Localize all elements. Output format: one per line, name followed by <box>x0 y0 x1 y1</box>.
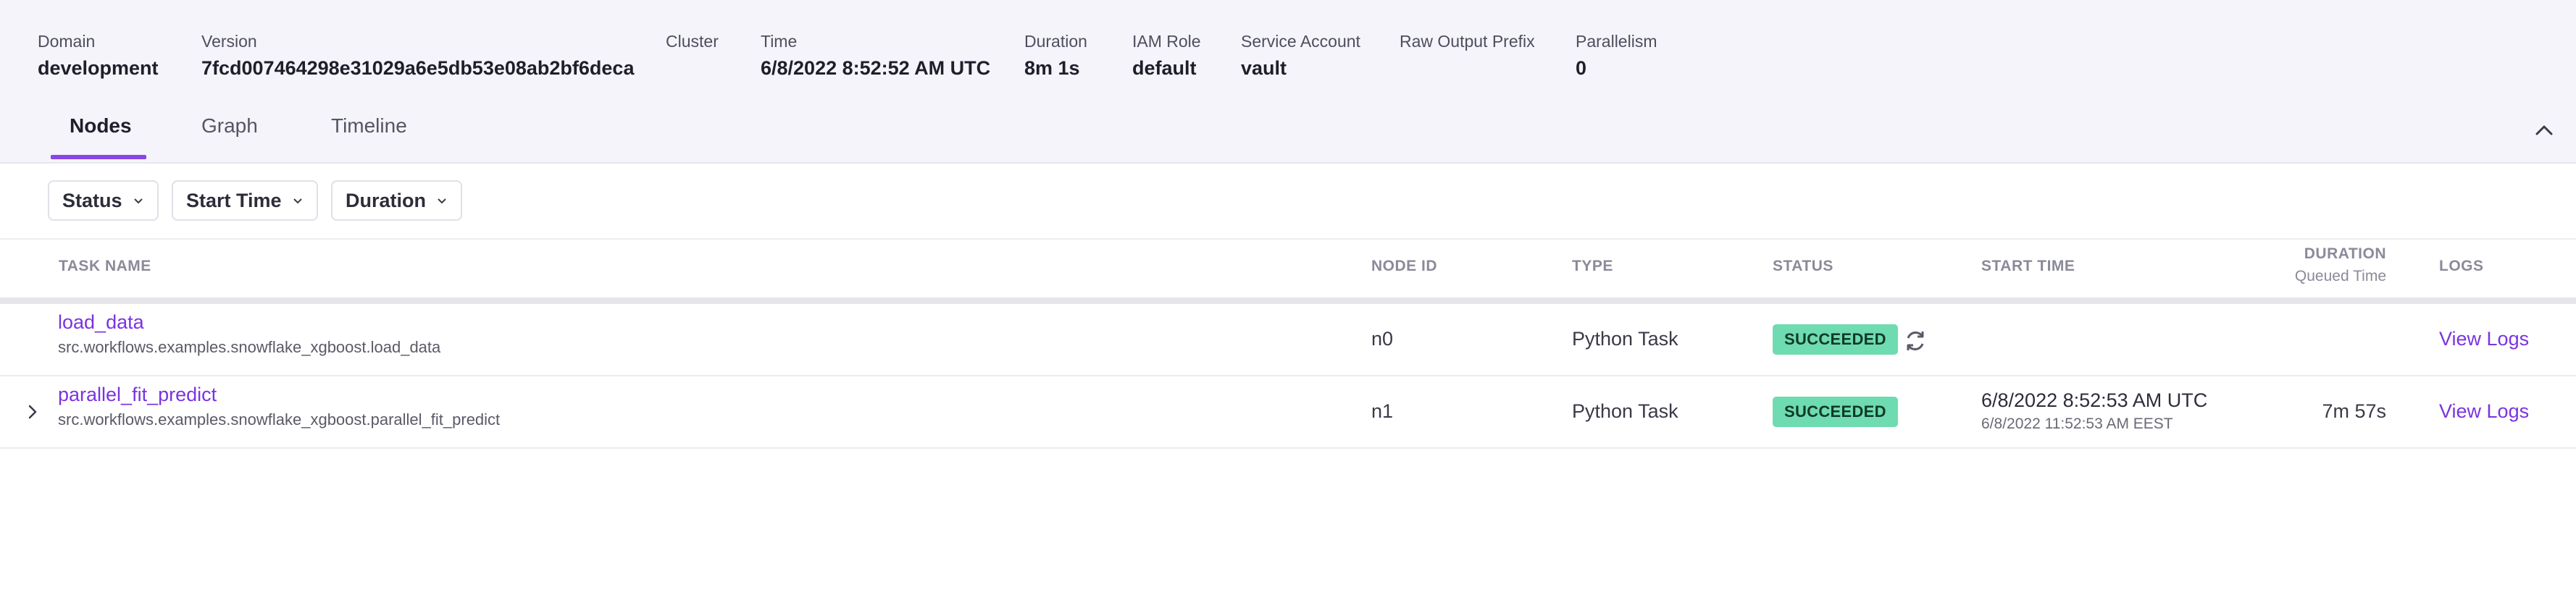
meta-value: 7fcd007464298e31029a6e5db53e08ab2bf6deca <box>201 57 635 79</box>
node-id: n1 <box>1371 400 1394 422</box>
chevron-down-icon <box>438 198 446 204</box>
table-row: parallel_fit_predict src.workflows.examp… <box>0 376 2576 449</box>
column-start-time[interactable]: START TIME <box>1981 258 2075 275</box>
meta-label: Raw Output Prefix <box>1400 32 1535 51</box>
meta-label: Duration <box>1024 32 1087 51</box>
meta-domain: Domain development <box>38 30 159 81</box>
meta-version: Version 7fcd007464298e31029a6e5db53e08ab… <box>201 30 634 81</box>
chevron-down-icon <box>293 198 302 204</box>
chevron-up-icon <box>2535 125 2553 135</box>
meta-duration: Duration 8m 1s <box>1024 30 1087 81</box>
meta-parallelism: Parallelism 0 <box>1576 30 1657 81</box>
meta-value: default <box>1132 57 1197 79</box>
meta-raw-output-prefix: Raw Output Prefix <box>1400 30 1535 55</box>
duration-filter[interactable]: Duration <box>331 180 462 221</box>
cache-status-button[interactable] <box>1902 328 1928 354</box>
duration-value: 7m 57s <box>2322 400 2386 422</box>
expand-row-button[interactable] <box>25 404 41 420</box>
meta-time: Time 6/8/2022 8:52:52 AM UTC <box>761 30 990 81</box>
column-duration[interactable]: DURATION <box>2304 245 2386 263</box>
start-time-local: 6/8/2022 11:52:53 AM EEST <box>1981 415 2173 432</box>
tab-nodes[interactable]: Nodes <box>70 114 132 138</box>
column-task-name[interactable]: TASK NAME <box>59 258 151 275</box>
column-type[interactable]: TYPE <box>1572 258 1613 275</box>
table-row: load_data src.workflows.examples.snowfla… <box>0 304 2576 376</box>
status-badge: SUCCEEDED <box>1773 324 1898 355</box>
status-badge: SUCCEEDED <box>1773 397 1898 427</box>
meta-label: Cluster <box>666 32 719 51</box>
filter-label: Duration <box>346 189 426 211</box>
start-time: 6/8/2022 8:52:53 AM UTC <box>1981 389 2208 411</box>
column-queued-time: Queued Time <box>2294 268 2386 284</box>
meta-value: 6/8/2022 8:52:52 AM UTC <box>761 57 991 79</box>
meta-service-account: Service Account vault <box>1241 30 1360 81</box>
filter-label: Status <box>62 189 122 211</box>
task-name-link[interactable]: parallel_fit_predict <box>58 384 217 406</box>
task-path: src.workflows.examples.snowflake_xgboost… <box>58 410 501 429</box>
column-node-id[interactable]: NODE ID <box>1371 258 1437 275</box>
table-header: TASK NAME NODE ID TYPE STATUS START TIME… <box>0 240 2576 304</box>
task-path: src.workflows.examples.snowflake_xgboost… <box>58 338 441 356</box>
start-time-filter[interactable]: Start Time <box>172 180 318 221</box>
filter-bar: Status Start Time Duration <box>0 164 2576 240</box>
active-tab-indicator <box>51 155 146 159</box>
meta-value: 0 <box>1576 57 1587 79</box>
filter-label: Start Time <box>186 189 282 211</box>
chevron-right-icon <box>28 405 37 419</box>
meta-cluster: Cluster <box>666 30 719 55</box>
column-logs: LOGS <box>2439 258 2484 274</box>
chevron-down-icon <box>133 198 143 204</box>
task-type: Python Task <box>1572 400 1678 422</box>
refresh-icon <box>1907 332 1924 350</box>
node-id: n0 <box>1371 328 1394 350</box>
meta-value: development <box>38 57 159 79</box>
meta-label: Version <box>201 32 257 51</box>
view-logs-link[interactable]: View Logs <box>2439 400 2529 423</box>
meta-label: Domain <box>38 32 96 51</box>
meta-value: 8m 1s <box>1024 57 1080 79</box>
column-status[interactable]: STATUS <box>1773 258 1833 275</box>
tab-graph[interactable]: Graph <box>201 114 258 138</box>
collapse-header-button[interactable] <box>2534 120 2554 140</box>
status-filter[interactable]: Status <box>48 180 159 221</box>
task-name-link[interactable]: load_data <box>58 311 144 334</box>
view-logs-link[interactable]: View Logs <box>2439 328 2529 350</box>
meta-label: Parallelism <box>1576 32 1657 51</box>
meta-label: Time <box>761 32 798 51</box>
task-type: Python Task <box>1572 328 1678 350</box>
meta-label: IAM Role <box>1132 32 1201 51</box>
meta-value: vault <box>1241 57 1287 79</box>
meta-iam-role: IAM Role default <box>1132 30 1201 81</box>
execution-metadata-header: Domain development Version 7fcd007464298… <box>0 0 2576 164</box>
tab-timeline[interactable]: Timeline <box>331 114 407 138</box>
meta-label: Service Account <box>1241 32 1360 51</box>
